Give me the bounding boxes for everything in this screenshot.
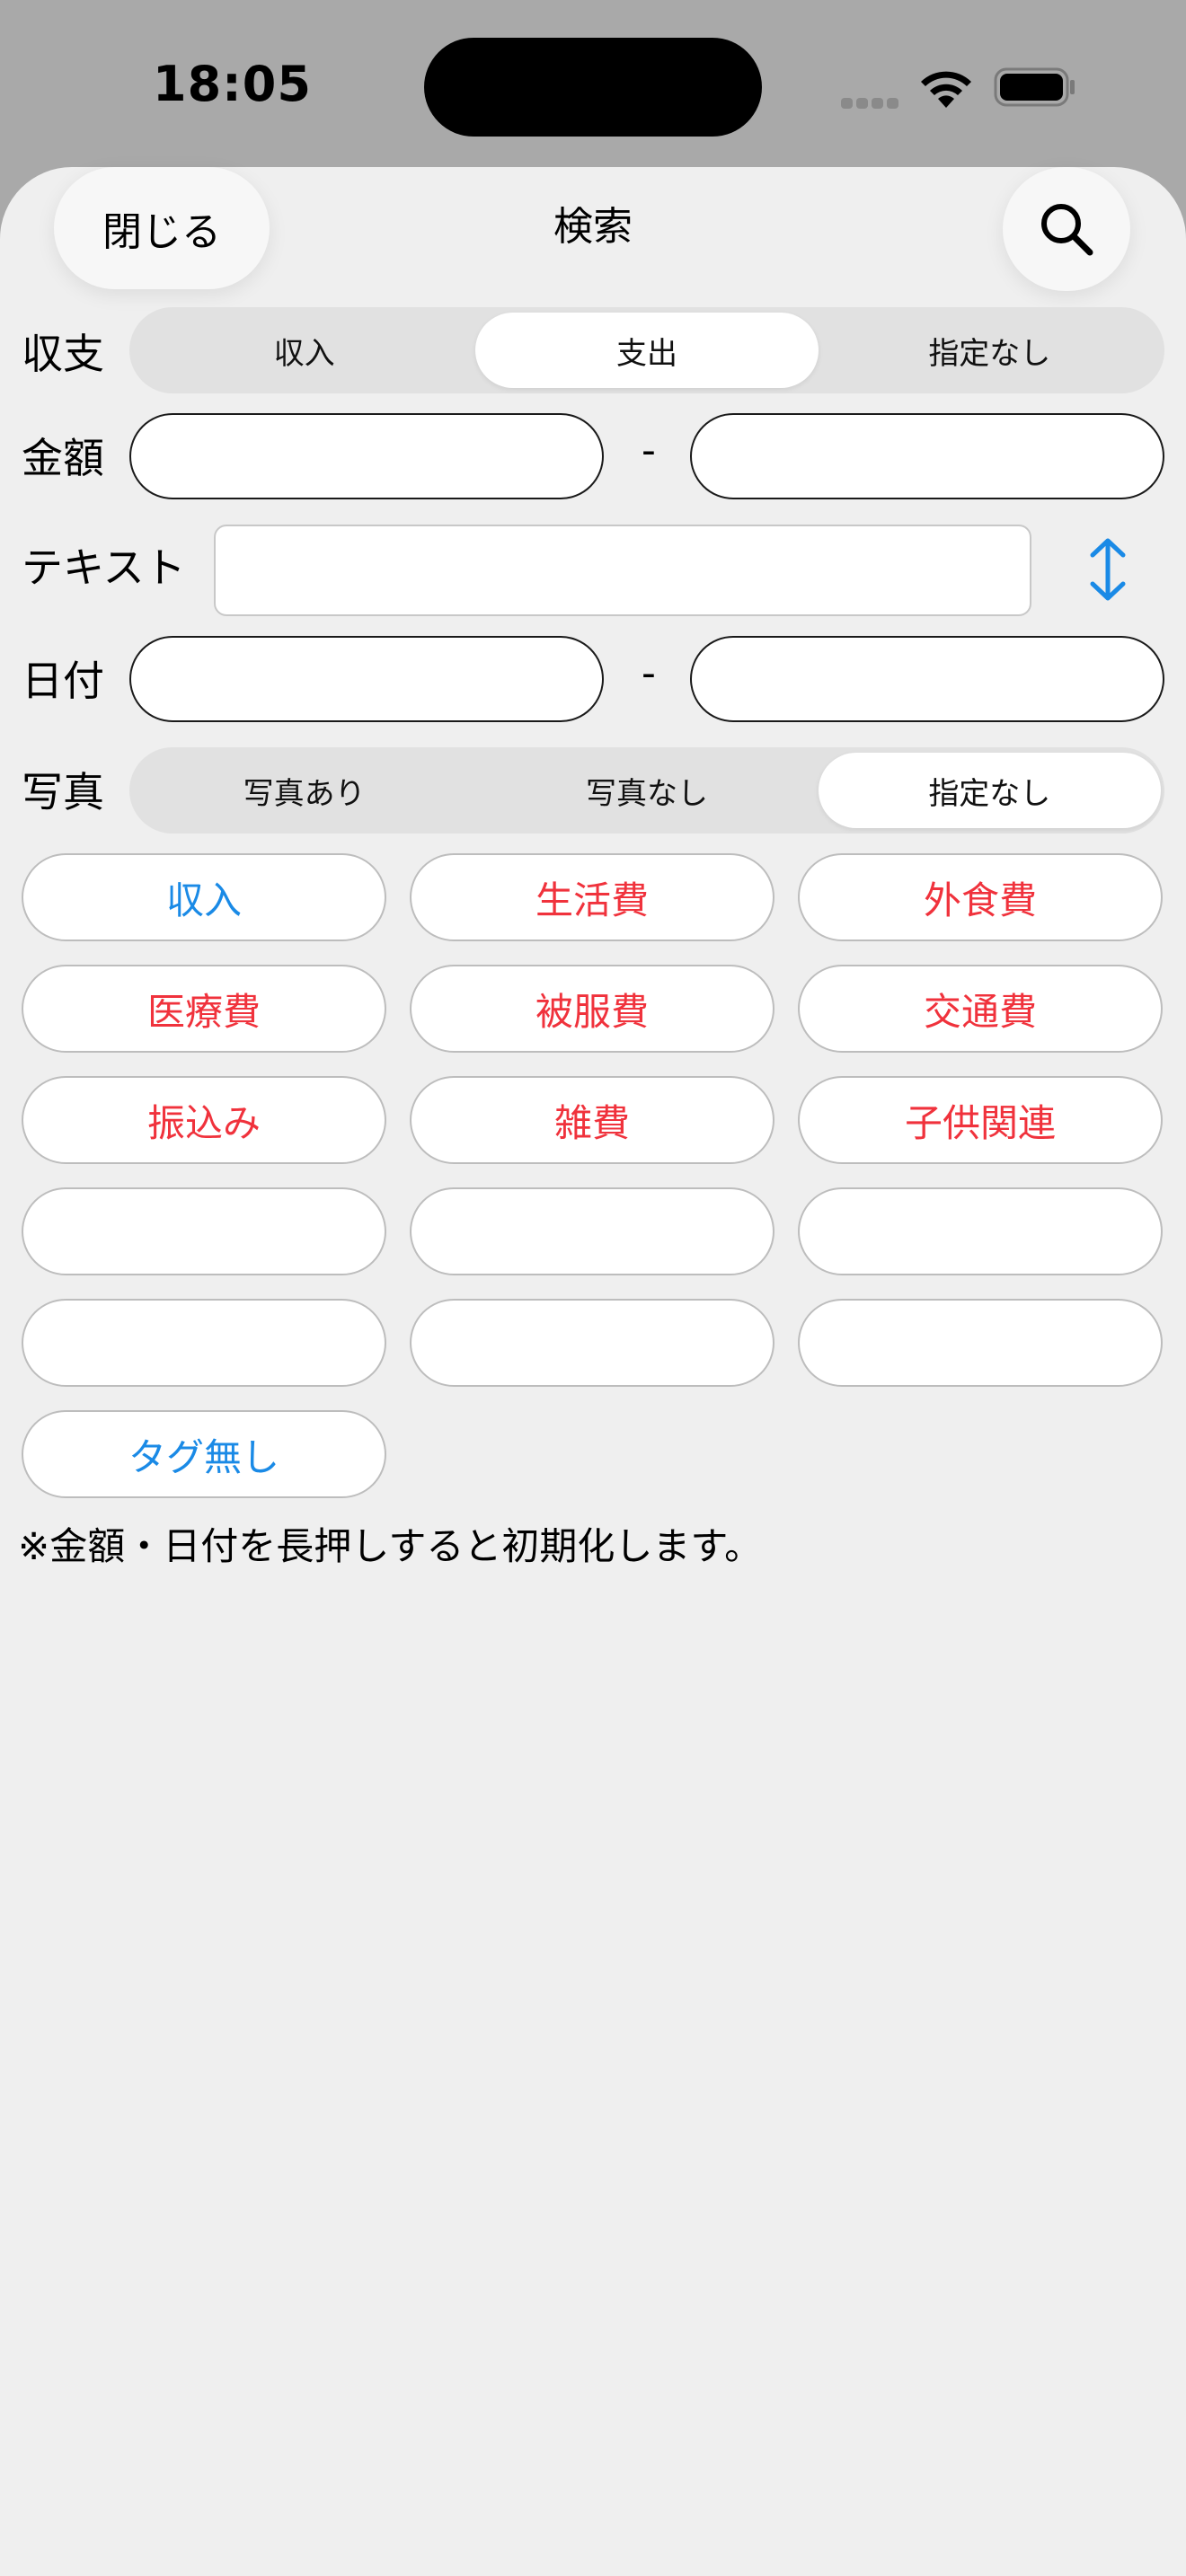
tag-button[interactable]: 医療費 — [22, 965, 386, 1053]
photo-label: 写真 — [22, 768, 104, 816]
date-range-separator: - — [642, 650, 656, 696]
sort-toggle-icon[interactable] — [1085, 537, 1130, 602]
tag-button-empty[interactable] — [410, 1187, 774, 1275]
amount-label: 金額 — [22, 434, 104, 482]
date-start-input[interactable] — [129, 636, 604, 722]
tag-button-untagged[interactable]: タグ無し — [22, 1410, 386, 1498]
tag-button-empty[interactable] — [22, 1187, 386, 1275]
photo-segmented-control: 写真あり 写真なし 指定なし — [129, 747, 1164, 834]
tag-button[interactable]: 被服費 — [410, 965, 774, 1053]
tag-button-empty[interactable] — [798, 1187, 1163, 1275]
tag-button[interactable]: 交通費 — [798, 965, 1163, 1053]
date-label: 日付 — [22, 657, 104, 705]
balance-option-expense[interactable]: 支出 — [475, 313, 819, 388]
amount-max-input[interactable] — [690, 413, 1164, 499]
date-end-input[interactable] — [690, 636, 1164, 722]
close-button[interactable]: 閉じる — [54, 167, 270, 289]
tag-button-empty[interactable] — [22, 1299, 386, 1387]
text-label: テキスト — [22, 543, 186, 592]
dynamic-island — [424, 38, 762, 137]
balance-label: 収支 — [22, 330, 104, 378]
status-bar: 18:05 — [0, 0, 1186, 171]
photo-option-without[interactable]: 写真なし — [475, 753, 818, 828]
page-title: 検索 — [553, 204, 633, 250]
search-icon — [1041, 204, 1093, 256]
wifi-icon — [921, 71, 971, 108]
tag-button[interactable]: 外食費 — [798, 853, 1163, 941]
amount-range-separator: - — [642, 428, 656, 473]
amount-min-input[interactable] — [129, 413, 604, 499]
balance-option-income[interactable]: 収入 — [133, 313, 475, 388]
cellular-signal-icon — [841, 95, 904, 109]
tag-button[interactable]: 収入 — [22, 853, 386, 941]
photo-option-unspecified[interactable]: 指定なし — [818, 753, 1161, 828]
search-sheet: 閉じる 検索 収支 収入 支出 指定なし 金額 - テキスト 日付 - 写真 写… — [0, 167, 1186, 2576]
photo-option-with[interactable]: 写真あり — [133, 753, 475, 828]
tag-button-empty[interactable] — [798, 1299, 1163, 1387]
search-button[interactable] — [1003, 167, 1130, 291]
reset-hint-note: ※金額・日付を長押しすると初期化します。 — [18, 1524, 763, 1568]
tag-button[interactable]: 生活費 — [410, 853, 774, 941]
battery-icon — [994, 67, 1075, 107]
tag-button[interactable]: 振込み — [22, 1076, 386, 1164]
balance-segmented-control: 収入 支出 指定なし — [129, 307, 1164, 393]
tag-button[interactable]: 雑費 — [410, 1076, 774, 1164]
balance-option-unspecified[interactable]: 指定なし — [819, 313, 1161, 388]
text-search-field[interactable] — [214, 525, 1031, 616]
status-time: 18:05 — [153, 56, 312, 112]
tag-button-empty[interactable] — [410, 1299, 774, 1387]
tag-button[interactable]: 子供関連 — [798, 1076, 1163, 1164]
